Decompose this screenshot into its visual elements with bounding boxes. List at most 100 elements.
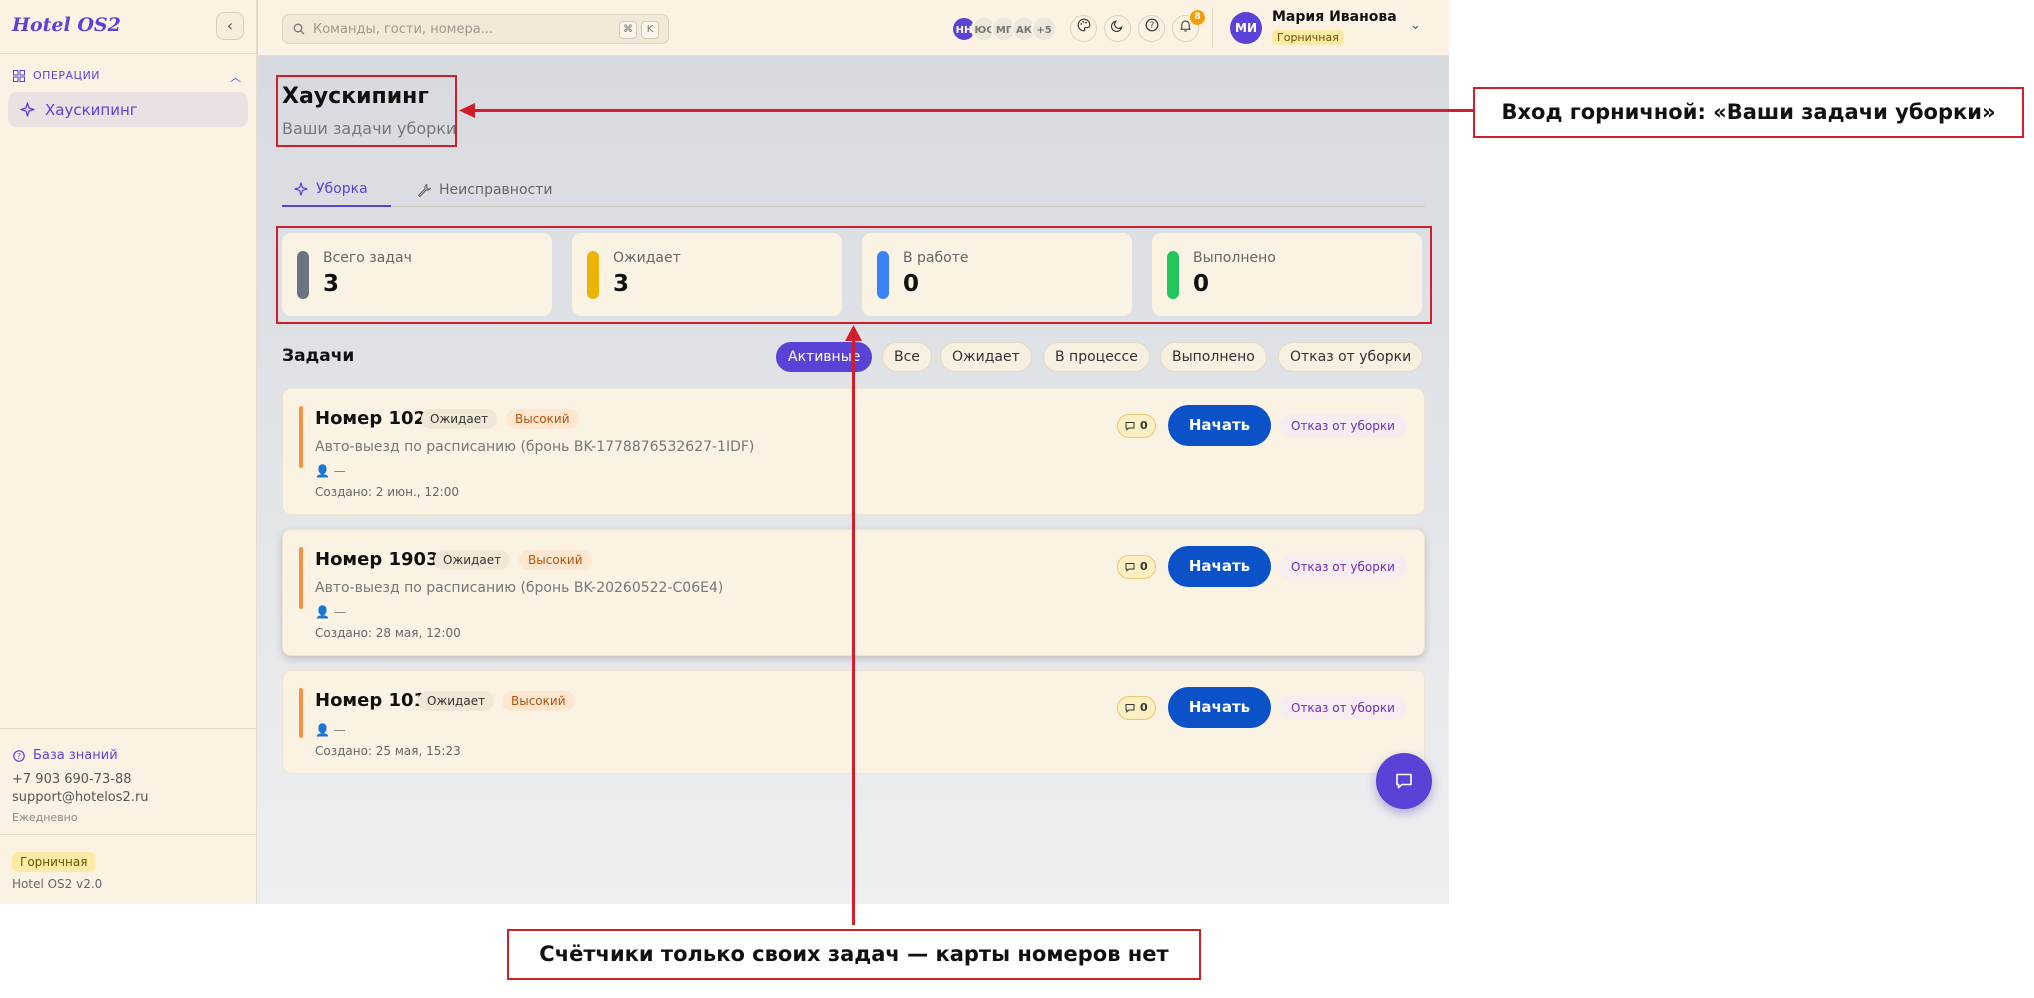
comment-icon <box>1125 563 1135 572</box>
comments-button[interactable]: 0 <box>1117 696 1156 720</box>
start-button[interactable]: Начать <box>1168 546 1271 587</box>
priority-bar <box>299 547 303 609</box>
help-icon: ? <box>1145 18 1158 32</box>
app-version: Hotel OS2 v2.0 <box>12 877 103 891</box>
annotation-label-top: Вход горничной: «Ваши задачи уборки» <box>1473 87 2024 138</box>
filter-refused[interactable]: Отказ от уборки <box>1278 342 1424 372</box>
priority-badge: Высокий <box>502 691 575 711</box>
chevron-up-icon[interactable]: ︿ <box>230 69 241 85</box>
notifications-count-badge: 8 <box>1190 10 1205 25</box>
task-room: Номер 101 <box>315 690 427 711</box>
chevron-down-icon[interactable]: ⌄ <box>1410 18 1421 33</box>
divider <box>0 53 257 54</box>
shortcut-key-cmd: ⌘ <box>619 21 637 39</box>
priority-bar <box>299 406 303 468</box>
presence-avatar[interactable]: +5 <box>1031 16 1057 42</box>
support-email[interactable]: support@hotelos2.ru <box>12 790 149 805</box>
theme-palette-button[interactable] <box>1070 15 1097 42</box>
search-input[interactable] <box>313 21 613 37</box>
collapse-sidebar-button[interactable]: ‹ <box>216 12 244 40</box>
comments-button[interactable]: 0 <box>1117 414 1156 438</box>
help-button[interactable]: ? <box>1138 15 1165 42</box>
comments-count: 0 <box>1140 701 1148 714</box>
status-badge: Ожидает <box>421 409 498 429</box>
filter-in-progress[interactable]: В процессе <box>1043 342 1150 372</box>
tab-malfunctions[interactable]: Неисправности <box>405 172 564 207</box>
support-phone[interactable]: +7 903 690-73-88 <box>12 772 132 787</box>
shortcut-key-k: K <box>641 21 659 39</box>
tab-label: Неисправности <box>439 181 553 198</box>
sidebar: Hotel OS2 ‹ ОПЕРАЦИИ ︿ Хаускипинг ? База… <box>0 0 257 904</box>
start-button[interactable]: Начать <box>1168 687 1271 728</box>
status-badge: Ожидает <box>434 550 511 570</box>
tasks-heading: Задачи <box>282 346 355 366</box>
filter-all[interactable]: Все <box>882 342 932 372</box>
sparkle-icon <box>294 181 308 196</box>
wrench-icon <box>418 183 431 197</box>
priority-badge: Высокий <box>519 550 592 570</box>
annotation-box-stats <box>276 226 1432 324</box>
tab-bar: Уборка Неисправности <box>282 172 1425 207</box>
role-badge: Горничная <box>12 852 96 872</box>
refuse-cleaning-button[interactable]: Отказ от уборки <box>1279 555 1407 579</box>
divider <box>0 728 257 729</box>
command-search[interactable]: ⌘ K <box>282 14 669 44</box>
refuse-cleaning-button[interactable]: Отказ от уборки <box>1279 414 1407 438</box>
annotation-box-header <box>276 75 457 147</box>
comments-count: 0 <box>1140 419 1148 432</box>
user-name[interactable]: Мария Иванова <box>1272 9 1397 25</box>
task-description: Авто-выезд по расписанию (бронь BK-17788… <box>315 439 755 455</box>
sparkle-icon <box>20 102 35 117</box>
user-avatar[interactable]: МИ <box>1230 12 1262 44</box>
arrowhead-up-icon <box>845 325 862 341</box>
moon-icon <box>1110 20 1123 33</box>
filter-active[interactable]: Активные <box>776 342 873 372</box>
support-schedule: Ежедневно <box>12 811 78 824</box>
tab-cleaning[interactable]: Уборка <box>282 172 391 207</box>
task-created: Создано: 28 мая, 12:00 <box>315 626 461 640</box>
task-room: Номер 102 <box>315 408 427 429</box>
help-circle-icon: ? <box>13 749 25 762</box>
dark-mode-button[interactable] <box>1104 15 1131 42</box>
annotation-arrow-line <box>470 109 1474 112</box>
filter-done[interactable]: Выполнено <box>1160 342 1267 372</box>
brand-logo[interactable]: Hotel OS2 <box>12 14 121 36</box>
knowledge-base-link[interactable]: ? База знаний <box>13 748 118 763</box>
comment-icon <box>1125 704 1135 713</box>
filter-waiting[interactable]: Ожидает <box>940 342 1032 372</box>
tab-label: Уборка <box>316 180 368 197</box>
annotation-arrow-line <box>852 338 855 925</box>
annotation-label-bottom: Счётчики только своих задач — карты номе… <box>507 929 1201 980</box>
chevron-left-icon: ‹ <box>226 16 234 35</box>
comment-icon <box>1125 422 1135 431</box>
comments-count: 0 <box>1140 560 1148 573</box>
sidebar-section-label: ОПЕРАЦИИ <box>33 69 101 82</box>
status-badge: Ожидает <box>418 691 495 711</box>
divider <box>1212 8 1213 48</box>
svg-text:?: ? <box>1149 21 1154 31</box>
divider <box>0 834 257 835</box>
sidebar-item-label: Хаускипинг <box>45 100 138 119</box>
user-role-badge: Горничная <box>1272 30 1344 45</box>
app-window: Hotel OS2 ‹ ОПЕРАЦИИ ︿ Хаускипинг ? База… <box>0 0 1449 904</box>
svg-text:?: ? <box>17 752 21 761</box>
task-created: Создано: 2 июн., 12:00 <box>315 485 460 499</box>
task-assignee: 👤 — <box>315 723 346 737</box>
sidebar-item-housekeeping[interactable]: Хаускипинг <box>8 92 248 127</box>
palette-icon <box>1077 18 1090 32</box>
priority-badge: Высокий <box>506 409 579 429</box>
chat-button[interactable] <box>1376 753 1432 809</box>
arrowhead-left-icon <box>459 103 475 118</box>
refuse-cleaning-button[interactable]: Отказ от уборки <box>1279 696 1407 720</box>
task-description: Авто-выезд по расписанию (бронь BK-20260… <box>315 580 724 596</box>
priority-bar <box>299 688 303 738</box>
task-room: Номер 1903 <box>315 549 439 570</box>
task-created: Создано: 25 мая, 15:23 <box>315 744 461 758</box>
chat-icon <box>1396 773 1412 789</box>
task-assignee: 👤 — <box>315 464 346 478</box>
start-button[interactable]: Начать <box>1168 405 1271 446</box>
sidebar-section-operations[interactable]: ОПЕРАЦИИ <box>13 69 100 82</box>
task-assignee: 👤 — <box>315 605 346 619</box>
comments-button[interactable]: 0 <box>1117 555 1156 579</box>
online-users[interactable]: НН ЮС МГ АК +5 <box>951 16 1057 42</box>
